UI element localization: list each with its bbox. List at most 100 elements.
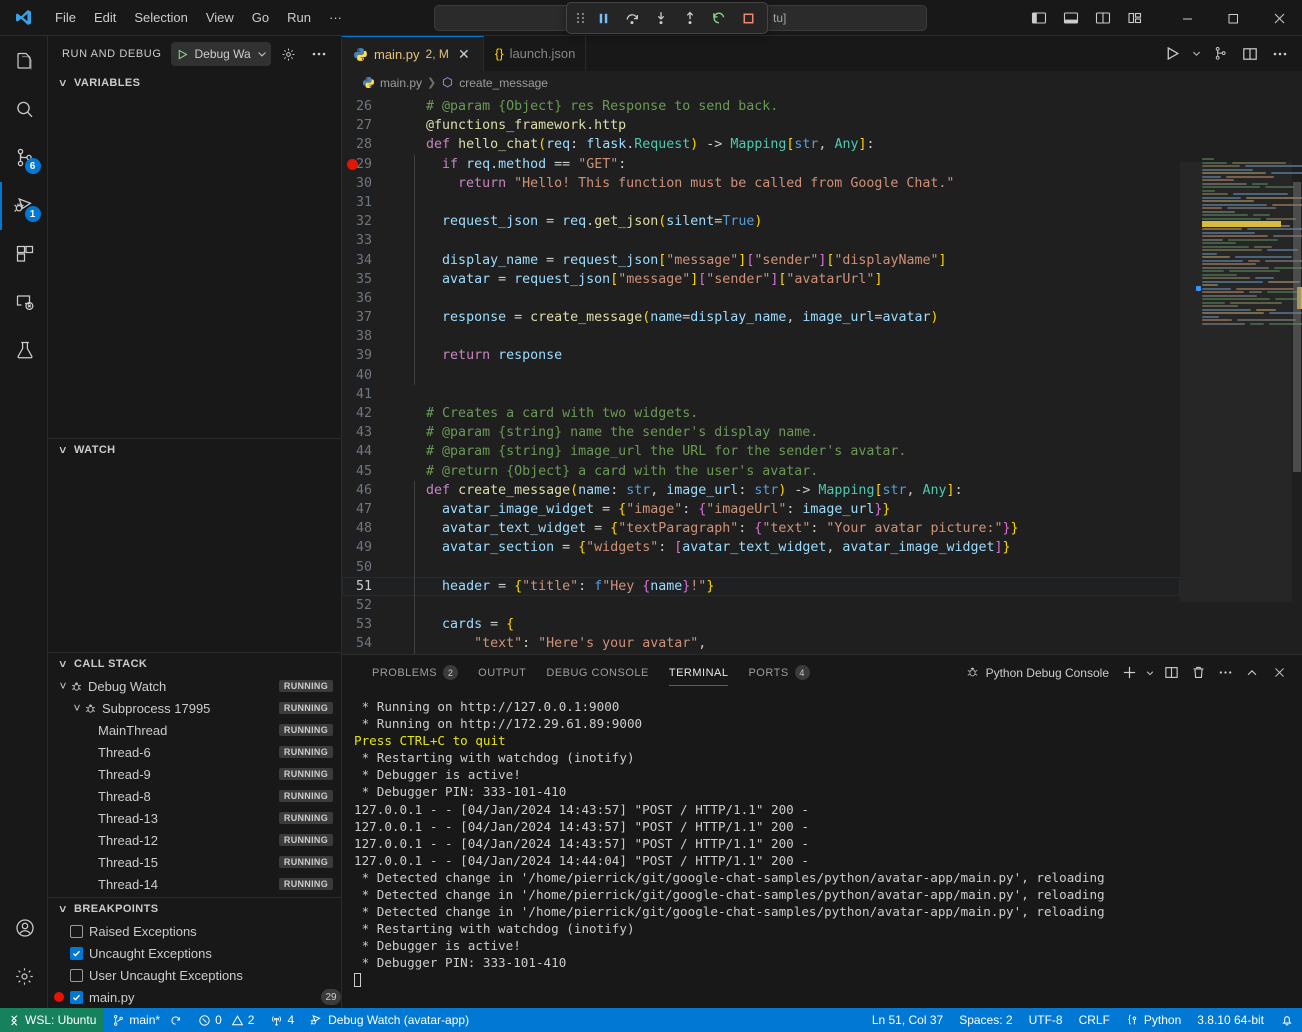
call-stack-row[interactable]: Thread-6RUNNING: [48, 741, 341, 763]
breakpoints-header[interactable]: ˅ BREAKPOINTS: [48, 898, 341, 920]
call-stack-row[interactable]: ˅Subprocess 17995RUNNING: [48, 697, 341, 719]
breadcrumb-symbol[interactable]: create_message: [459, 76, 548, 90]
code-line[interactable]: 41: [342, 385, 1180, 404]
code-line[interactable]: 27 @functions_framework.http: [342, 116, 1180, 135]
watch-header[interactable]: ˅ WATCH: [48, 439, 341, 461]
tab-debug-console[interactable]: DEBUG CONSOLE: [536, 655, 658, 690]
code-line[interactable]: 34 display_name = request_json["message"…: [342, 251, 1180, 270]
restart-button[interactable]: [706, 6, 732, 30]
call-stack-row[interactable]: Thread-8RUNNING: [48, 785, 341, 807]
breakpoint-checkbox[interactable]: [70, 969, 83, 982]
breakpoint-checkbox[interactable]: [70, 947, 83, 960]
breakpoint-row[interactable]: main.py29: [48, 986, 341, 1008]
active-terminal-name[interactable]: Python Debug Console: [965, 665, 1109, 680]
maximize-button[interactable]: [1210, 0, 1256, 36]
status-branch-indicator[interactable]: main*: [104, 1008, 190, 1032]
code-line[interactable]: 51 header = {"title": f"Hey {name}!"}: [342, 577, 1180, 596]
sidebar-item-explorer[interactable]: [0, 38, 48, 86]
breakpoint-row[interactable]: Uncaught Exceptions: [48, 942, 341, 964]
status-notifications[interactable]: [1272, 1008, 1302, 1032]
kill-terminal-icon[interactable]: [1185, 660, 1211, 686]
code-line[interactable]: 28 def hello_chat(req: flask.Request) ->…: [342, 135, 1180, 154]
tab-launch-json[interactable]: {} launch.json: [484, 36, 586, 71]
sidebar-item-remote-explorer[interactable]: [0, 278, 48, 326]
terminal-dropdown-icon[interactable]: [1143, 660, 1157, 686]
step-into-button[interactable]: [648, 6, 674, 30]
run-python-file-icon[interactable]: [1158, 40, 1186, 68]
code-line[interactable]: 33: [342, 231, 1180, 250]
code-line[interactable]: 29 if req.method == "GET":: [342, 155, 1180, 174]
pause-button[interactable]: [590, 6, 616, 30]
debug-configuration-select[interactable]: Debug Wa: [171, 42, 270, 66]
menu-file[interactable]: File: [46, 6, 85, 29]
source-control-graph-icon[interactable]: [1206, 40, 1234, 68]
status-problems-indicator[interactable]: 0 2: [190, 1008, 262, 1032]
toggle-panel-icon[interactable]: [1056, 3, 1086, 33]
call-stack-row[interactable]: Thread-12RUNNING: [48, 829, 341, 851]
sidebar-item-search[interactable]: [0, 86, 48, 134]
menu-go[interactable]: Go: [243, 6, 278, 29]
breakpoint-row[interactable]: User Uncaught Exceptions: [48, 964, 341, 986]
close-button[interactable]: [1256, 0, 1302, 36]
code-line[interactable]: 39 return response: [342, 346, 1180, 365]
code-line[interactable]: 48 avatar_text_widget = {"textParagraph"…: [342, 519, 1180, 538]
menu-run[interactable]: Run: [278, 6, 320, 29]
code-line[interactable]: 53 cards = {: [342, 615, 1180, 634]
scrollbar-thumb[interactable]: [1293, 182, 1301, 472]
code-editor[interactable]: 26 # @param {Object} res Response to sen…: [342, 94, 1302, 654]
minimap[interactable]: [1180, 94, 1302, 654]
accounts-button[interactable]: [0, 904, 48, 952]
tab-main-py[interactable]: main.py 2, M ✕: [342, 36, 484, 71]
code-line[interactable]: 43 # @param {string} name the sender's d…: [342, 423, 1180, 442]
call-stack-row[interactable]: ˅Debug WatchRUNNING: [48, 675, 341, 697]
code-line[interactable]: 35 avatar = request_json["message"]["sen…: [342, 270, 1180, 289]
status-ports-indicator[interactable]: 4: [262, 1008, 302, 1032]
drag-handle-icon[interactable]: [573, 6, 587, 30]
run-dropdown-icon[interactable]: [1188, 40, 1204, 68]
code-line[interactable]: 44 # @param {string} image_url the URL f…: [342, 442, 1180, 461]
code-line[interactable]: 36: [342, 289, 1180, 308]
step-out-button[interactable]: [677, 6, 703, 30]
status-indentation[interactable]: Spaces: 2: [951, 1008, 1020, 1032]
code-line[interactable]: 31: [342, 193, 1180, 212]
panel-more-actions-icon[interactable]: [1212, 660, 1238, 686]
settings-gear-button[interactable]: [0, 952, 48, 1000]
breadcrumb-file[interactable]: main.py: [380, 76, 422, 90]
code-line[interactable]: 26 # @param {Object} res Response to sen…: [342, 97, 1180, 116]
breakpoint-row[interactable]: Raised Exceptions: [48, 920, 341, 942]
status-remote-indicator[interactable]: WSL: Ubuntu: [0, 1008, 104, 1032]
code-line[interactable]: 46 def create_message(name: str, image_u…: [342, 481, 1180, 500]
call-stack-row[interactable]: Thread-9RUNNING: [48, 763, 341, 785]
chevron-down-icon[interactable]: ˅: [56, 679, 70, 693]
menu-selection[interactable]: Selection: [125, 6, 196, 29]
status-eol[interactable]: CRLF: [1071, 1008, 1118, 1032]
tab-close-icon[interactable]: ✕: [455, 45, 473, 63]
tab-problems[interactable]: PROBLEMS 2: [362, 655, 468, 690]
status-python-interpreter[interactable]: 3.8.10 64-bit: [1189, 1008, 1272, 1032]
code-line[interactable]: 37 response = create_message(name=displa…: [342, 308, 1180, 327]
code-line[interactable]: 54 "text": "Here's your avatar",: [342, 634, 1180, 653]
status-cursor-position[interactable]: Ln 51, Col 37: [864, 1008, 951, 1032]
menu-view[interactable]: View: [197, 6, 243, 29]
code-line[interactable]: 52: [342, 596, 1180, 615]
split-editor-icon[interactable]: [1236, 40, 1264, 68]
debug-settings-gear-icon[interactable]: [277, 42, 301, 66]
close-panel-icon[interactable]: [1266, 660, 1292, 686]
code-line[interactable]: 49 avatar_section = {"widgets": [avatar_…: [342, 538, 1180, 557]
code-line[interactable]: 47 avatar_image_widget = {"image": {"ima…: [342, 500, 1180, 519]
code-line[interactable]: 50: [342, 558, 1180, 577]
code-line[interactable]: 38: [342, 327, 1180, 346]
toggle-primary-sidebar-icon[interactable]: [1024, 3, 1054, 33]
code-lines[interactable]: 26 # @param {Object} res Response to sen…: [342, 94, 1180, 654]
new-terminal-icon[interactable]: [1116, 660, 1142, 686]
editor-more-actions-icon[interactable]: [1266, 40, 1294, 68]
sidebar-item-testing[interactable]: [0, 326, 48, 374]
breakpoint-checkbox[interactable]: [70, 991, 83, 1004]
chevron-down-icon[interactable]: ˅: [70, 701, 84, 715]
editor-scrollbar[interactable]: [1292, 94, 1302, 654]
code-line[interactable]: 40: [342, 366, 1180, 385]
status-language-mode[interactable]: Python: [1118, 1008, 1189, 1032]
breakpoint-gutter-icon[interactable]: [347, 159, 358, 170]
tab-ports[interactable]: PORTS 4: [738, 655, 819, 690]
minimize-button[interactable]: [1164, 0, 1210, 36]
